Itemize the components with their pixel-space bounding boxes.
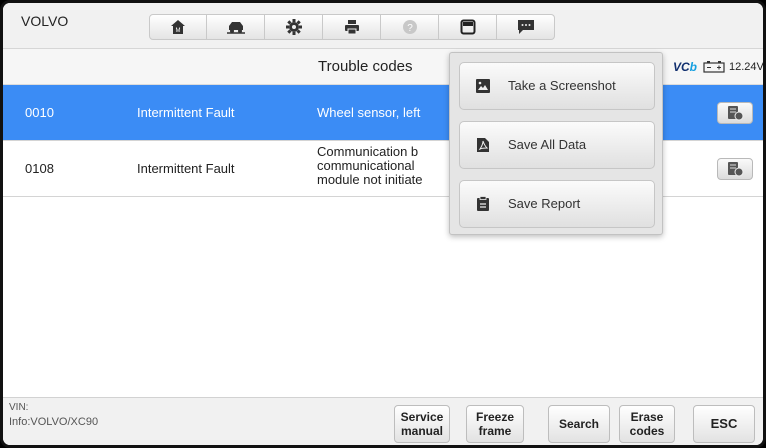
image-icon <box>476 79 490 93</box>
code-info-icon <box>728 106 744 121</box>
pdf-icon <box>477 138 489 152</box>
home-icon: M <box>171 20 185 34</box>
help-button[interactable]: ? <box>381 14 439 40</box>
code-help-button[interactable] <box>717 158 753 180</box>
save-icon <box>460 19 475 35</box>
service-manual-button[interactable]: Service manual <box>394 405 450 443</box>
print-button[interactable] <box>323 14 381 40</box>
vehicle-swap-icon <box>226 22 245 34</box>
freeze-frame-button[interactable]: Freeze frame <box>466 405 524 443</box>
message-button[interactable] <box>497 14 555 40</box>
save-button[interactable] <box>439 14 497 40</box>
top-toolbar: VOLVO M ? <box>3 3 763 49</box>
printer-icon <box>344 20 359 35</box>
code-help-button[interactable] <box>717 102 753 124</box>
save-menu: Take a Screenshot Save All Data Save Rep… <box>449 52 663 235</box>
vci-status: VCb <box>673 60 697 74</box>
gear-icon <box>285 19 302 35</box>
search-button[interactable]: Search <box>548 405 610 443</box>
svg-text:?: ? <box>407 23 413 34</box>
status-cell: Intermittent Fault <box>137 161 235 176</box>
status-cell: Intermittent Fault <box>137 105 235 120</box>
description-cell: Communication b communicational module n… <box>317 145 423 187</box>
description-line: module not initiate <box>317 172 423 187</box>
vci-label: VC <box>673 60 690 74</box>
settings-button[interactable] <box>265 14 323 40</box>
code-cell: 0010 <box>25 105 54 120</box>
take-screenshot-item[interactable]: Take a Screenshot <box>459 62 655 110</box>
menu-item-label: Save Report <box>508 196 581 211</box>
svg-text:M: M <box>176 28 181 34</box>
vehicle-info-label: Info:VOLVO/XC90 <box>9 416 99 428</box>
description-line: Communication b <box>317 144 419 159</box>
vci-suffix: b <box>689 60 698 74</box>
code-info-icon <box>728 162 744 177</box>
esc-button[interactable]: ESC <box>693 405 755 443</box>
bottom-bar: VIN: Info:VOLVO/XC90 Service manual Free… <box>3 397 763 445</box>
home-button[interactable]: M <box>149 14 207 40</box>
menu-item-label: Take a Screenshot <box>508 78 616 93</box>
vehicle-brand: VOLVO <box>21 13 69 29</box>
help-icon: ? <box>402 20 417 34</box>
diagnostic-screen: VOLVO M ? Trouble codes VCb 12.24V 0010 … <box>0 0 766 448</box>
erase-codes-button[interactable]: Erase codes <box>619 405 675 443</box>
vehicle-swap-button[interactable] <box>207 14 265 40</box>
report-icon <box>477 196 489 211</box>
menu-item-label: Save All Data <box>508 137 587 152</box>
message-icon <box>517 20 534 34</box>
save-report-item[interactable]: Save Report <box>459 180 655 228</box>
code-cell: 0108 <box>25 161 54 176</box>
battery-voltage: 12.24V <box>729 61 764 73</box>
battery-icon <box>703 61 725 73</box>
description-line: communicational <box>317 158 415 173</box>
save-all-data-item[interactable]: Save All Data <box>459 121 655 169</box>
page-title: Trouble codes <box>318 58 413 75</box>
description-cell: Wheel sensor, left <box>317 105 421 120</box>
vin-label: VIN: <box>9 402 29 413</box>
tool-strip: M ? <box>149 14 555 40</box>
